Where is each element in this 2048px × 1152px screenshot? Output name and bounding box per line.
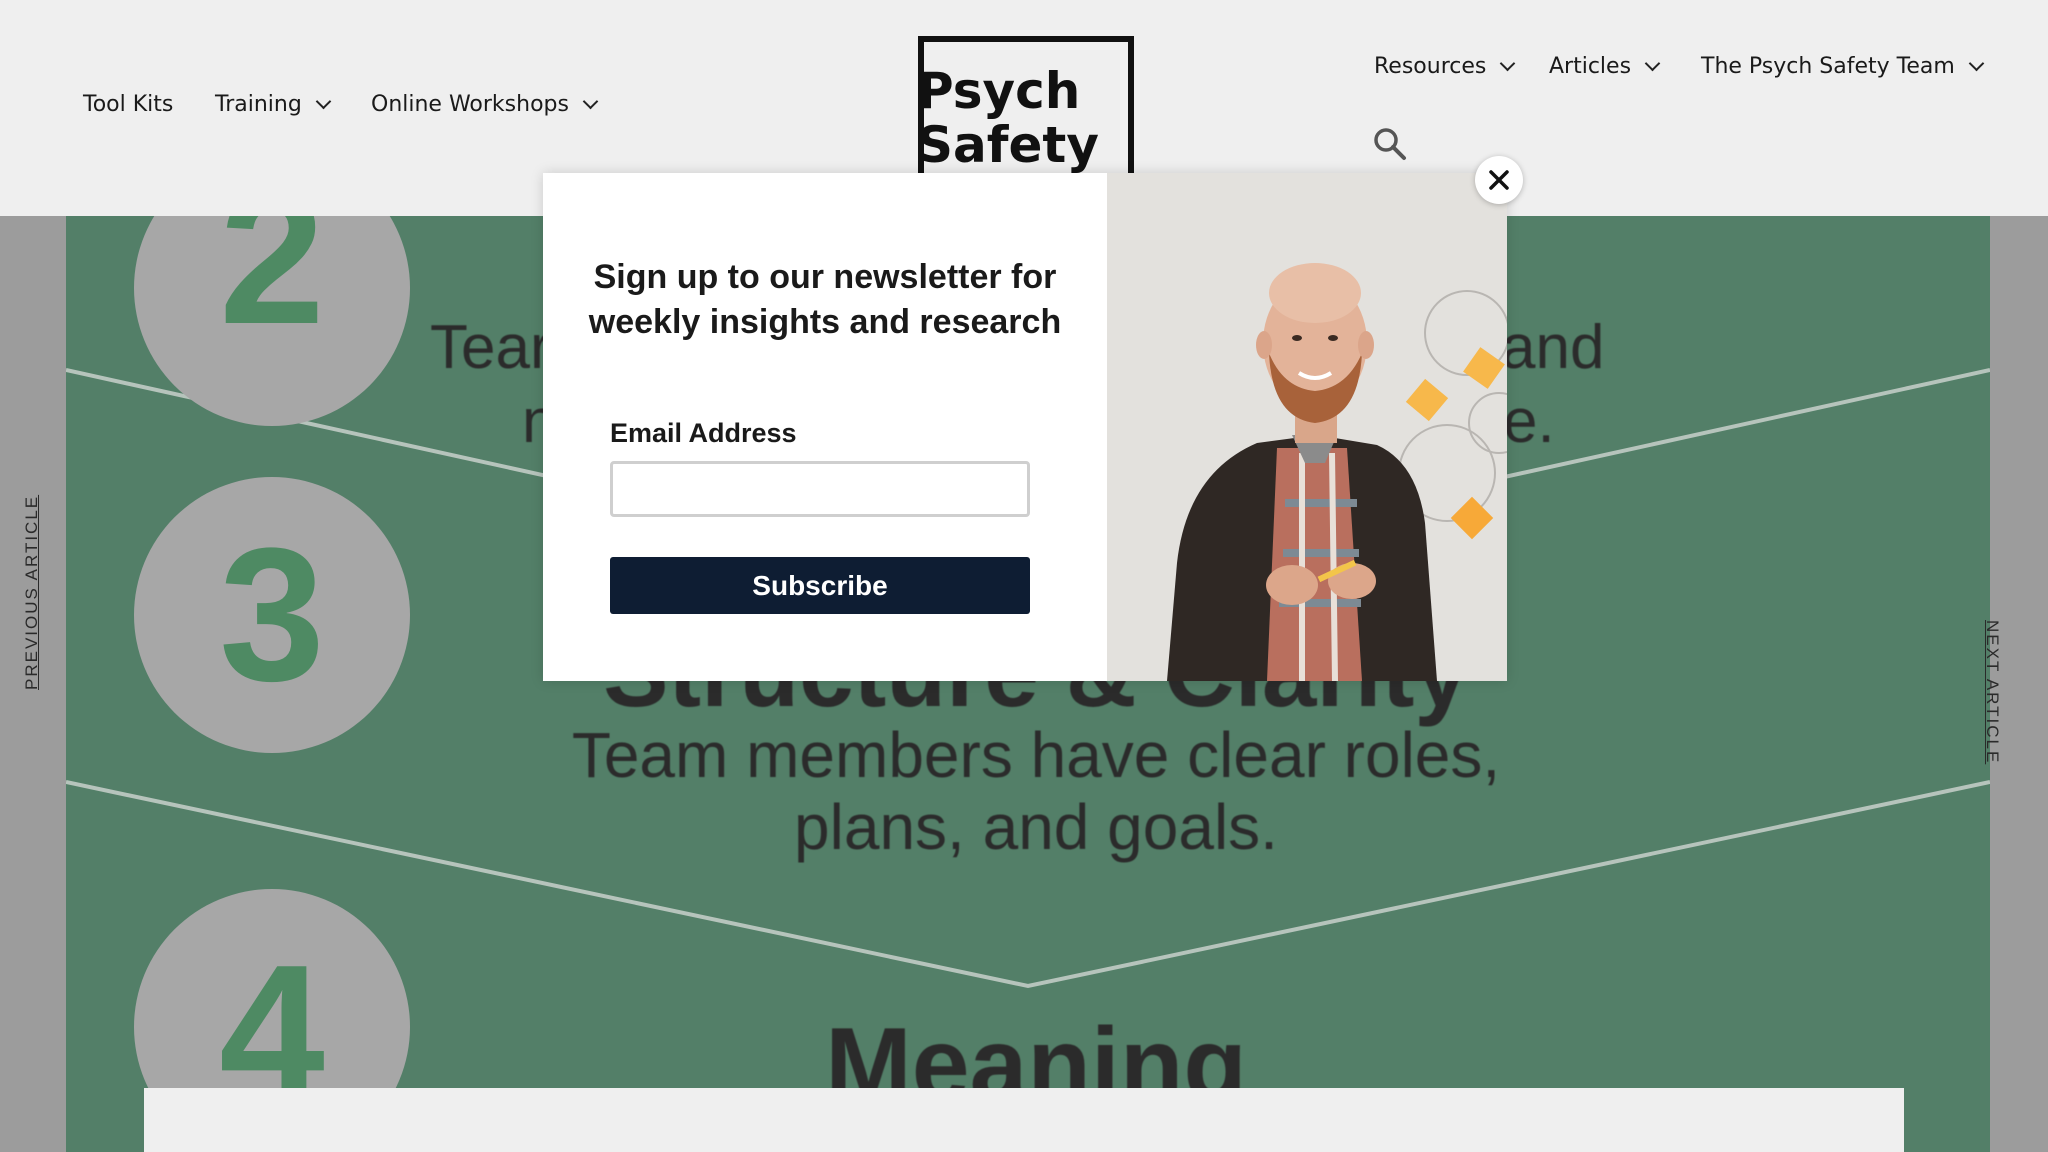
logo-line-1: Psych bbox=[918, 62, 1081, 120]
newsletter-modal: Sign up to our newsletter for weekly ins… bbox=[543, 173, 1507, 681]
chevron-down-icon bbox=[1644, 55, 1661, 72]
row3-description-line-2: plans, and goals. bbox=[794, 791, 1278, 863]
newsletter-form: Sign up to our newsletter for weekly ins… bbox=[543, 173, 1107, 681]
nav-online-workshops-label: Online Workshops bbox=[371, 92, 569, 117]
row2-text-right-2: e. bbox=[1503, 387, 1555, 456]
step-number-3: 3 bbox=[134, 477, 410, 753]
content-card bbox=[144, 1088, 1904, 1152]
next-article-link[interactable]: NEXT ARTICLE bbox=[1982, 620, 2002, 764]
search-icon[interactable] bbox=[1373, 127, 1407, 161]
row3-description-line-1: Team members have clear roles, bbox=[571, 719, 1501, 791]
close-icon bbox=[1489, 170, 1509, 190]
nav-training-label: Training bbox=[215, 92, 302, 117]
nav-psych-safety-team[interactable]: The Psych Safety Team bbox=[1701, 54, 1985, 79]
logo-text: Psych Safety bbox=[918, 62, 1109, 174]
close-modal-button[interactable] bbox=[1475, 156, 1523, 204]
row2-text-left-1: Tear bbox=[430, 313, 551, 382]
step-number-2-label: 2 bbox=[219, 216, 325, 364]
email-field[interactable] bbox=[610, 461, 1030, 517]
previous-article-link[interactable]: PREVIOUS ARTICLE bbox=[22, 495, 42, 690]
chevron-down-icon bbox=[1500, 55, 1516, 72]
nav-articles[interactable]: Articles bbox=[1549, 54, 1661, 79]
person-illustration bbox=[1107, 173, 1507, 681]
chevron-down-icon bbox=[315, 93, 332, 110]
step-number-3-label: 3 bbox=[219, 509, 325, 721]
email-label: Email Address bbox=[610, 418, 797, 448]
person-photo bbox=[1107, 173, 1507, 681]
logo-line-2: Safety bbox=[918, 116, 1099, 174]
nav-psych-safety-team-label: The Psych Safety Team bbox=[1701, 54, 1955, 79]
nav-tool-kits[interactable]: Tool Kits bbox=[83, 92, 173, 117]
nav-tool-kits-label: Tool Kits bbox=[83, 92, 174, 117]
nav-online-workshops[interactable]: Online Workshops bbox=[371, 92, 599, 117]
subscribe-button[interactable]: Subscribe bbox=[610, 557, 1030, 614]
chevron-down-icon bbox=[1968, 55, 1985, 72]
nav-resources-label: Resources bbox=[1374, 54, 1487, 79]
newsletter-title: Sign up to our newsletter for weekly ins… bbox=[588, 258, 1062, 341]
row2-text-right-1: and bbox=[1501, 313, 1605, 382]
nav-articles-label: Articles bbox=[1549, 54, 1632, 79]
nav-resources[interactable]: Resources bbox=[1374, 54, 1516, 79]
chevron-down-icon bbox=[582, 93, 599, 110]
nav-training[interactable]: Training bbox=[215, 92, 332, 117]
